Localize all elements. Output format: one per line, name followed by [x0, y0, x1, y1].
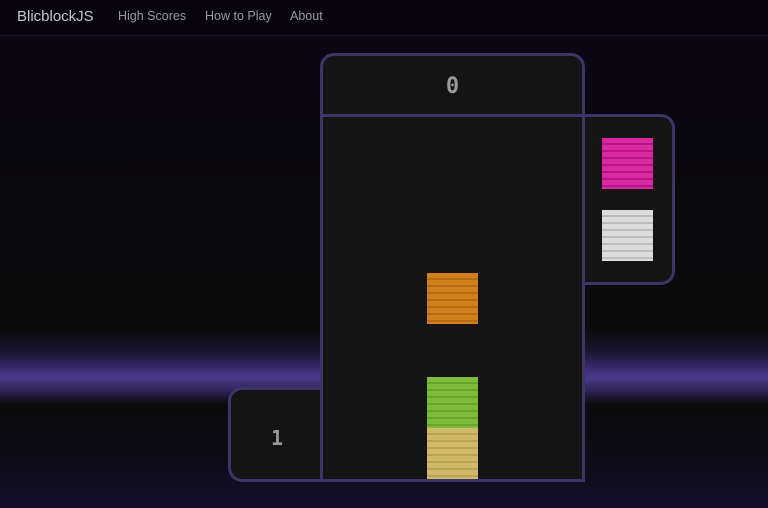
level-value: 1: [270, 426, 284, 450]
board-block-tan: [427, 428, 478, 479]
score-panel: 0: [320, 53, 585, 119]
next-blocks-panel: [582, 114, 675, 285]
navbar: BlicblockJS High Scores How to Play Abou…: [0, 0, 768, 36]
board-block-green: [427, 377, 478, 428]
next-block-white: [602, 210, 653, 261]
nav-link-about[interactable]: About: [290, 9, 323, 23]
next-block-magenta: [602, 138, 653, 189]
nav-link-how-to-play[interactable]: How to Play: [205, 9, 272, 23]
nav-link-high-scores[interactable]: High Scores: [118, 9, 186, 23]
game-board[interactable]: [320, 114, 585, 482]
brand-link[interactable]: BlicblockJS: [17, 8, 94, 25]
falling-block-orange: [427, 273, 478, 324]
score-value: 0: [445, 74, 460, 99]
level-panel: 1: [228, 387, 323, 482]
